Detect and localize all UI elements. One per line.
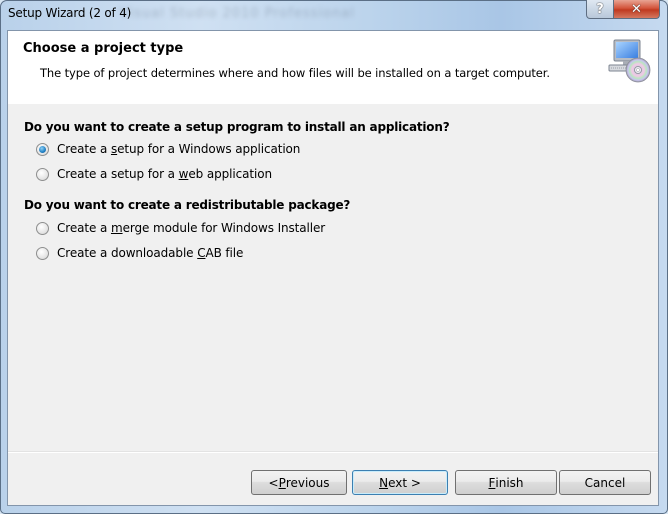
radio-label-windows-application: Create a setup for a Windows application	[57, 142, 301, 156]
page-title: Choose a project type	[23, 41, 184, 56]
radio-button[interactable]	[36, 246, 49, 260]
cancel-button[interactable]: Cancel	[559, 470, 651, 495]
section-heading-redistributable: Do you want to create a redistributable …	[24, 198, 351, 212]
radio-cab-file[interactable]: Create a downloadable CAB file	[36, 246, 243, 260]
title-bar[interactable]: Visual Studio 2010 Professional Setup Wi…	[0, 0, 668, 30]
window-title: Setup Wizard (2 of 4)	[8, 6, 132, 20]
finish-button[interactable]: Finish	[455, 470, 557, 495]
radio-button[interactable]	[36, 221, 49, 235]
previous-button[interactable]: < Previous	[251, 470, 347, 495]
radio-label-cab-file: Create a downloadable CAB file	[57, 246, 244, 260]
close-button[interactable]: ✕	[614, 0, 660, 19]
radio-windows-application[interactable]: Create a setup for a Windows application	[36, 142, 300, 156]
page-description: The type of project determines where and…	[40, 66, 550, 80]
wizard-client-area: Choose a project type The type of projec…	[7, 30, 659, 506]
button-area-separator	[8, 452, 658, 453]
help-icon: ?	[596, 1, 604, 17]
radio-label-web-application: Create a setup for a web application	[57, 167, 272, 181]
wizard-header: Choose a project type The type of projec…	[8, 31, 658, 104]
radio-button[interactable]	[36, 167, 49, 181]
setup-wizard-window: Visual Studio 2010 Professional Setup Wi…	[0, 0, 668, 514]
close-icon: ✕	[631, 1, 642, 17]
radio-label-merge-module: Create a merge module for Windows Instal…	[57, 221, 326, 235]
caption-buttons: ? ✕	[586, 0, 660, 20]
radio-web-application[interactable]: Create a setup for a web application	[36, 167, 272, 181]
computer-with-disc-icon	[608, 39, 651, 83]
background-ghost-title: Visual Studio 2010 Professional	[120, 6, 355, 21]
radio-button-checked[interactable]	[36, 142, 49, 156]
radio-merge-module[interactable]: Create a merge module for Windows Instal…	[36, 221, 325, 235]
help-button[interactable]: ?	[586, 0, 614, 19]
next-button[interactable]: Next >	[352, 470, 448, 495]
section-heading-setup-program: Do you want to create a setup program to…	[24, 120, 450, 134]
